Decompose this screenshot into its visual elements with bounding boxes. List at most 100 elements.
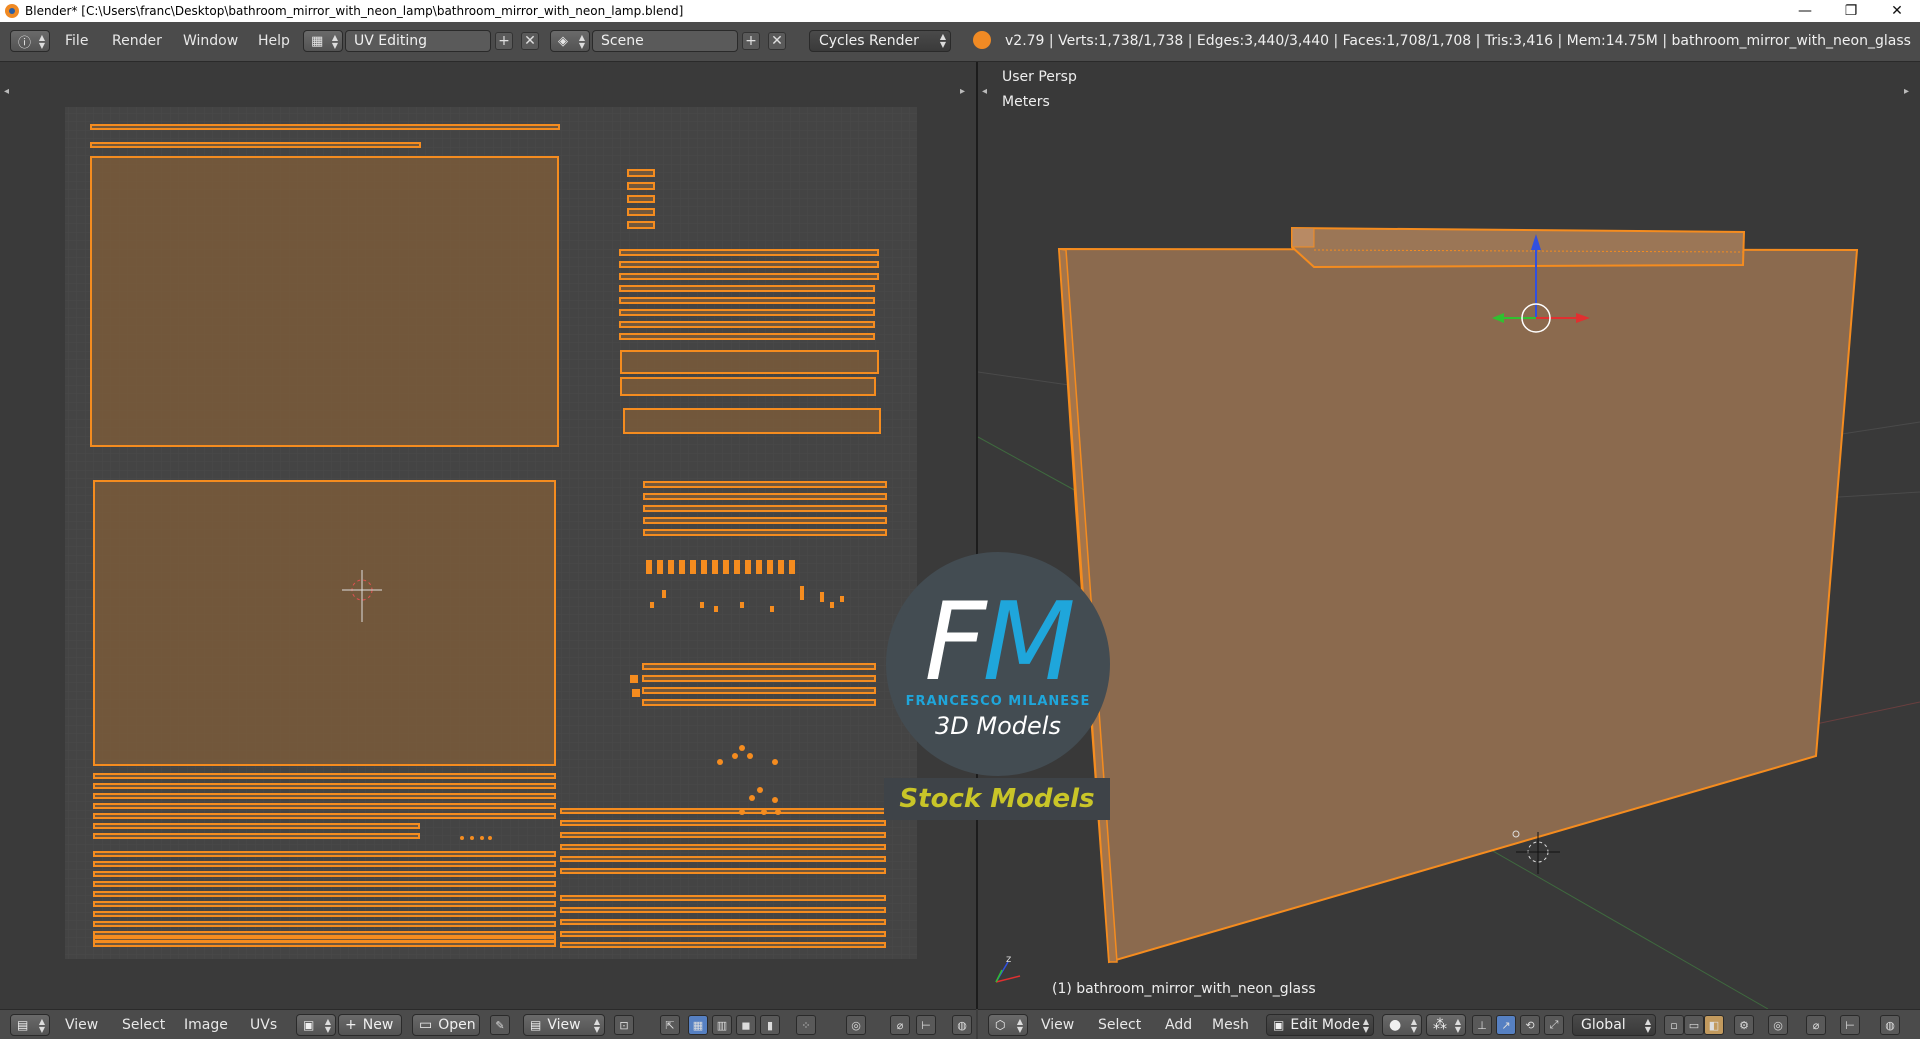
screen-layout-field[interactable]: UV Editing [345,30,491,52]
uv-island [93,793,556,799]
editor-type-selector[interactable]: ⓘ ▲ ▼ [10,30,50,52]
uv-island [643,529,887,536]
proportional-edit-icon[interactable]: ◎ [846,1015,866,1035]
remove-screen-icon[interactable]: ✕ [521,32,539,50]
folder-icon: ▭ [419,1017,433,1033]
mode-dropdown[interactable]: ▣ Edit Mode ▲ ▼ [1266,1014,1374,1036]
scale-manipulator-icon[interactable]: ⤢ [1544,1015,1564,1035]
uv-image-editor[interactable]: ◂ ▸ [0,62,976,1009]
uv-island [643,493,887,500]
uv-menu-image[interactable]: Image [184,1017,228,1033]
snap-target-icon[interactable]: ⊢ [1840,1015,1860,1035]
uv-island [93,901,556,907]
blender-logo-icon [5,4,19,18]
translate-manipulator-icon[interactable]: ↗ [1496,1015,1516,1035]
maximize-button[interactable]: ❐ [1828,0,1874,22]
snap-element-icon[interactable]: ⊢ [916,1015,936,1035]
render-icon[interactable]: ◍ [952,1015,972,1035]
uv-island [93,823,420,829]
scene-icon-button[interactable]: ◈ ▲ ▼ [550,30,590,52]
uv-island [560,895,886,901]
snap-toggle-icon[interactable]: ⌀ [1806,1015,1826,1035]
screen-layout-icon-button[interactable]: ▦ ▲ ▼ [303,30,343,52]
neon-lamp-mesh [1291,226,1746,269]
uv-island [93,813,556,819]
manipulator-toggle-icon[interactable]: ⊥ [1472,1015,1492,1035]
scene-field[interactable]: Scene [592,30,738,52]
uv-island [619,285,875,292]
occlude-geometry-icon[interactable]: ⚙ [1734,1015,1754,1035]
island-select-icon[interactable]: ▮ [760,1015,780,1035]
vp-menu-add[interactable]: Add [1165,1017,1192,1033]
uv-menu-uvs[interactable]: UVs [250,1017,277,1033]
vp-menu-view[interactable]: View [1041,1017,1074,1033]
render-preview-icon[interactable]: ◍ [1880,1015,1900,1035]
uv-island [642,675,876,682]
uv-island [560,931,886,937]
uv-editor-type-selector[interactable]: ▤ ▲ ▼ [10,1014,50,1036]
face-select-mode-icon[interactable]: ◧ [1704,1015,1724,1035]
uv-island [627,169,655,177]
open-image-button[interactable]: ▭ Open [412,1014,480,1036]
uv-island [93,921,556,927]
uv-menu-view[interactable]: View [65,1017,98,1033]
uv-island [619,297,875,304]
edge-select-icon[interactable]: ▥ [712,1015,732,1035]
uv-island [560,942,886,948]
logo-letter-f: F [924,580,986,705]
image-editor-icon: ▤ [17,1018,29,1032]
uv-island [619,261,879,268]
uv-island [627,208,655,216]
sticky-selection-icon[interactable]: ⁘ [796,1015,816,1035]
remove-scene-icon[interactable]: ✕ [768,32,786,50]
pin-image-icon[interactable]: ✎ [490,1015,510,1035]
layout-grid-icon: ▦ [311,33,324,49]
viewport-editor-type-selector[interactable]: ⬡ ▲ ▼ [988,1014,1028,1036]
info-icon: ⓘ [18,35,32,51]
new-image-button[interactable]: + New [338,1014,402,1036]
minimize-button[interactable]: — [1782,0,1828,22]
rotate-manipulator-icon[interactable]: ⟲ [1520,1015,1540,1035]
uv-island [560,844,886,850]
3d-viewport[interactable]: ◂ ▸ z User Persp Meters (1) bathroom_mir… [978,62,1920,1009]
uv-menu-select[interactable]: Select [122,1017,165,1033]
proportional-editing-icon[interactable]: ◎ [1768,1015,1788,1035]
vp-menu-select[interactable]: Select [1098,1017,1141,1033]
pivot-icon[interactable]: ⊡ [614,1015,634,1035]
neon-lamp-end [1291,227,1315,248]
image-browse-button[interactable]: ▣ ▲ ▼ [296,1014,336,1036]
sync-selection-icon[interactable]: ⇱ [660,1015,680,1035]
window-titlebar: Blender* [C:\Users\franc\Desktop\bathroo… [0,0,1920,22]
uv-island [93,861,556,867]
orientation-label: Global [1581,1017,1626,1033]
add-scene-icon[interactable]: + [742,32,760,50]
snap-icon[interactable]: ⌀ [890,1015,910,1035]
uv-island [619,321,875,328]
scene-statistics: v2.79 | Verts:1,738/1,738 | Edges:3,440/… [1005,33,1911,49]
render-engine-dropdown[interactable]: Cycles Render ▲ ▼ [809,30,951,52]
new-image-label: New [362,1017,394,1033]
vertex-select-icon[interactable]: ▦ [688,1015,708,1035]
menu-window[interactable]: Window [183,33,238,49]
pivot-point-icon: ⁂ [1433,1017,1447,1033]
uv-island-large-bottom [93,480,556,766]
menu-help[interactable]: Help [258,33,290,49]
svg-text:▸: ▸ [1904,86,1909,97]
uv-island [620,350,879,374]
vp-menu-mesh[interactable]: Mesh [1212,1017,1249,1033]
uv-island [560,919,886,925]
shading-dropdown[interactable]: ● ▲ ▼ [1382,1014,1422,1036]
edge-select-mode-icon[interactable]: ▭ [1684,1015,1704,1035]
scene-icon: ◈ [558,33,568,49]
vertex-select-mode-icon[interactable]: ▫ [1664,1015,1684,1035]
render-engine-label: Cycles Render [819,33,919,49]
view-mode-dropdown[interactable]: ▤ View ▲ ▼ [523,1014,605,1036]
face-select-icon[interactable]: ◼ [736,1015,756,1035]
orientation-dropdown[interactable]: Global ▲ ▼ [1572,1014,1656,1036]
close-button[interactable]: ✕ [1874,0,1920,22]
edit-mode-icon: ▣ [1273,1018,1285,1032]
menu-render[interactable]: Render [112,33,162,49]
pivot-point-dropdown[interactable]: ⁂ ▲ ▼ [1426,1014,1466,1036]
menu-file[interactable]: File [65,33,88,49]
add-screen-icon[interactable]: + [495,32,513,50]
